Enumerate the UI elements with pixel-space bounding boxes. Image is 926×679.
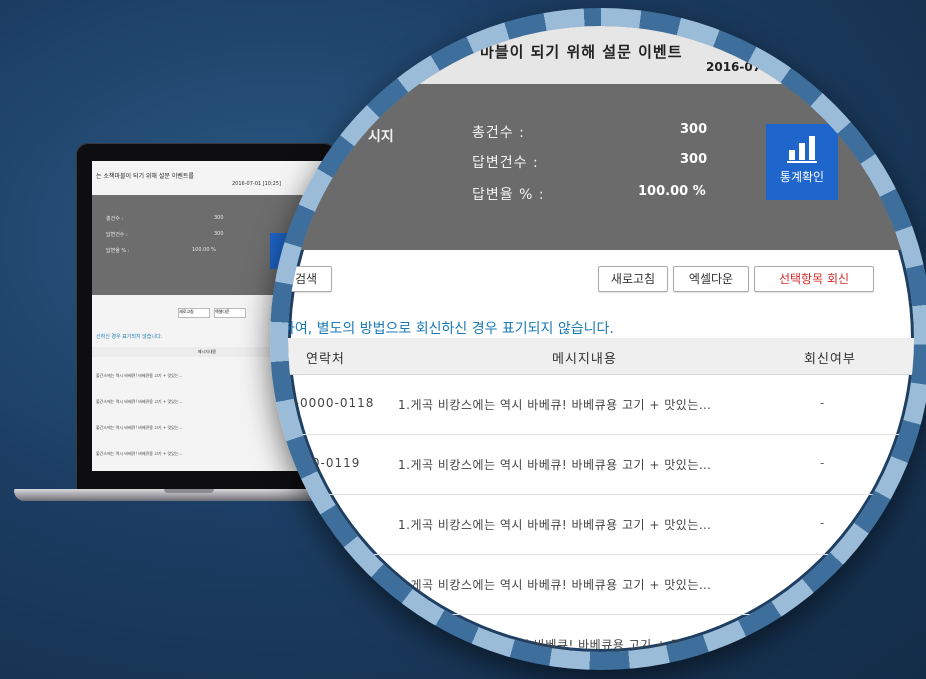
table-row[interactable]: 0000-0119 1.게곡 비캉스에는 역시 바베큐! 바베큐용 고기 + 맛… xyxy=(288,434,914,495)
laptop-excel-button[interactable]: 엑셀다운 xyxy=(214,308,246,318)
notice-text: 하여, 별도의 방법으로 회신하신 경우 표기되지 않습니다. xyxy=(288,321,614,337)
column-reply: 회신여부 xyxy=(804,352,856,367)
laptop-table-row: 불간스에는 역시 바베큐! 바베큐용 고기 + 맛있는… xyxy=(96,425,183,430)
stat-rate-label: 답변율 % : xyxy=(472,187,545,203)
table-row[interactable]: 1.게곡 비캉스에는 역시 바베큐! 바베큐용 고기 + 맛있는… xyxy=(288,554,914,615)
stat-total-label: 총건수 : xyxy=(472,125,525,141)
laptop-stat-value: 100.00 % xyxy=(192,247,216,253)
table-row[interactable]: -0120 1.게곡 비캉스에는 역시 바베큐! 바베큐용 고기 + 맛있는… … xyxy=(288,494,914,555)
row-reply-status: - xyxy=(820,396,825,410)
page-header: 마블이 되기 위해 설문 이벤트 2016-07 xyxy=(288,26,914,84)
laptop-page-date: 2016-07-01 [10:25] xyxy=(232,181,281,187)
table-header: 연락처 메시지내용 회신여부 xyxy=(288,338,914,375)
refresh-button[interactable]: 새로고침 xyxy=(598,266,668,292)
row-contact: 0000-0119 xyxy=(288,456,361,470)
row-message: 1.게곡 비캉스에는 역시 바베큐! 바베큐용 고기 + 맛있는… xyxy=(398,518,712,532)
laptop-table-row: 불간스에는 역시 바베큐! 바베큐용 고기 + 맛있는… xyxy=(96,373,183,378)
laptop-stat-value: 300 xyxy=(214,231,224,237)
row-message: 캉스에는 역시 바베큐! 바베큐용 고기 + 맛있는 xyxy=(456,638,706,652)
row-contact: -0120 xyxy=(288,516,326,530)
excel-download-button[interactable]: 엑셀다운 xyxy=(673,266,749,292)
laptop-stat-label: 답변율 % : xyxy=(106,248,130,254)
laptop-notice: 신하신 경우 표기되지 않습니다. xyxy=(96,334,163,340)
page-date: 2016-07 xyxy=(706,60,762,74)
laptop-table-row: 불간스에는 역시 바베큐! 바베큐용 고기 + 맛있는… xyxy=(96,451,183,456)
table-row[interactable]: 캉스에는 역시 바베큐! 바베큐용 고기 + 맛있는 xyxy=(288,614,914,652)
laptop-stat-label: 총건수 : xyxy=(106,216,124,222)
table-row[interactable]: 0-0000-0118 1.게곡 비캉스에는 역시 바베큐! 바베큐용 고기 +… xyxy=(288,374,914,435)
row-message: 1.게곡 비캉스에는 역시 바베큐! 바베큐용 고기 + 맛있는… xyxy=(398,458,712,472)
stats-check-button[interactable]: 통계확인 xyxy=(766,124,838,200)
column-contact: 연락처 xyxy=(306,352,345,367)
search-button[interactable]: 검색 xyxy=(288,266,332,292)
stat-total-value: 300 xyxy=(680,122,708,137)
row-message: 1.게곡 비캉스에는 역시 바베큐! 바베큐용 고기 + 맛있는… xyxy=(398,578,712,592)
row-message: 1.게곡 비캉스에는 역시 바베큐! 바베큐용 고기 + 맛있는… xyxy=(398,398,712,412)
laptop-refresh-button[interactable]: 새로고침 xyxy=(178,308,210,318)
laptop-stat-label: 답변건수 : xyxy=(106,232,128,238)
stats-check-label: 통계확인 xyxy=(779,170,825,184)
laptop-table-row: 불간스에는 역시 바베큐! 바베큐용 고기 + 맛있는… xyxy=(96,399,183,404)
laptop-stat-value: 300 xyxy=(214,215,224,221)
laptop-notch xyxy=(164,489,214,493)
bar-chart-icon xyxy=(787,136,817,163)
stat-answered-value: 300 xyxy=(680,152,708,167)
stat-answered-label: 답변건수 : xyxy=(472,155,539,171)
page-title: 마블이 되기 위해 설문 이벤트 xyxy=(480,43,683,61)
row-reply-status: - xyxy=(820,456,825,470)
row-contact: 0-0000-0118 xyxy=(288,396,375,410)
magnifier-lens: 마블이 되기 위해 설문 이벤트 2016-07 시지 총건수 : 300 답변… xyxy=(288,26,914,652)
row-reply-status: - xyxy=(820,516,825,530)
laptop-page-title: 는 소책마블이 되기 위해 설문 이벤트를 xyxy=(96,173,194,180)
reply-selected-button[interactable]: 선택항목 회신 xyxy=(754,266,874,292)
stat-rate-value: 100.00 % xyxy=(638,184,706,199)
message-label: 시지 xyxy=(368,129,394,145)
column-message: 메시지내용 xyxy=(552,352,617,367)
